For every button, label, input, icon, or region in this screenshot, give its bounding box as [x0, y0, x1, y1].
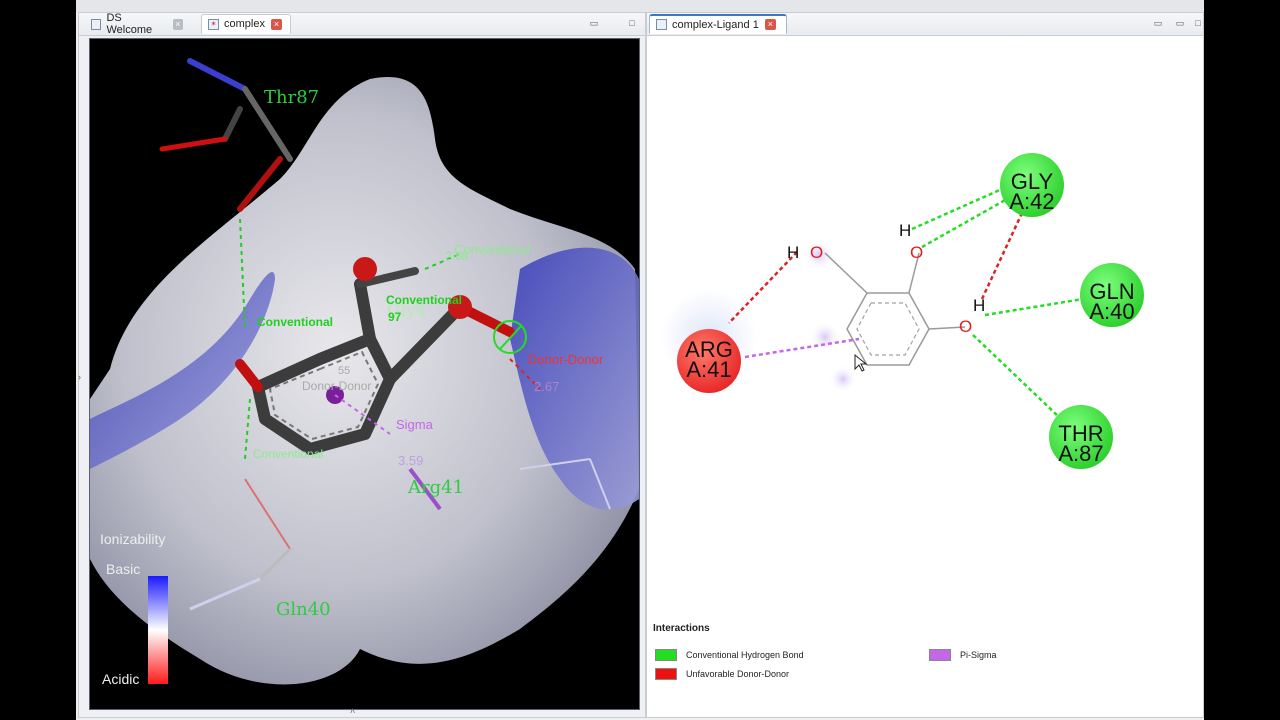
- legend-swatch: [929, 649, 951, 661]
- collapse-up-icon[interactable]: ˄: [350, 706, 355, 716]
- legend-item-pi-sigma: Pi-Sigma: [929, 649, 997, 661]
- welcome-icon: [91, 18, 102, 30]
- legend-label: Conventional Hydrogen Bond: [686, 650, 804, 660]
- residue-chain: A:40: [1089, 299, 1135, 324]
- tab-label: complex-Ligand 1: [672, 18, 759, 31]
- interaction-label: Conventional: [386, 293, 463, 307]
- residue-label-gln40: Gln40: [276, 599, 331, 620]
- right-tab-bar: complex-Ligand 1 × ▭ ▭ □: [647, 13, 1203, 36]
- close-icon[interactable]: ×: [270, 18, 282, 30]
- interaction-label: Donor-Donor: [528, 352, 604, 367]
- residue-chain: A:41: [686, 357, 732, 382]
- restore-icon[interactable]: ▭: [1175, 18, 1185, 28]
- top-strip: [76, 0, 1204, 12]
- tab-label: DS Welcome: [106, 12, 153, 36]
- distance-label: 2.68: [445, 249, 469, 263]
- legend-label: Pi-Sigma: [960, 650, 997, 660]
- ionizability-basic-label: Basic: [106, 561, 141, 577]
- complex-3d-pane: DS Welcome × ✶ complex × ▭ □ Thr87 Gly4 …: [78, 12, 646, 718]
- molecule-icon: ✶: [208, 18, 219, 30]
- legend-label: Unfavorable Donor-Donor: [686, 669, 790, 679]
- interaction-diagram: [661, 153, 1144, 469]
- residue-gln40: GLN A:40: [1082, 281, 1142, 324]
- atom-label-h: H: [899, 221, 912, 240]
- legend-title: Interactions: [653, 623, 710, 634]
- protein-surface-render: [90, 58, 639, 685]
- interaction-label: Sigma: [396, 417, 433, 432]
- residue-thr87: THR A:87: [1051, 423, 1111, 466]
- maximize-icon[interactable]: □: [627, 18, 637, 28]
- residue-gly42: GLY A:42: [1002, 171, 1062, 214]
- residue-label-arg41: Arg41: [408, 477, 465, 498]
- minimize-icon[interactable]: ▭: [589, 18, 599, 28]
- legend-item-hbond: Conventional Hydrogen Bond: [655, 649, 804, 661]
- legend-swatch: [655, 649, 677, 661]
- distance-label: 2.67: [534, 379, 560, 394]
- distance-label: 97: [388, 310, 402, 324]
- interaction-label: Conventional: [253, 447, 324, 461]
- residue-arg41: ARG A:41: [679, 339, 739, 382]
- diagram-icon: [656, 19, 667, 30]
- residue-label-thr87: Thr87: [264, 87, 320, 108]
- tab-complex-ligand[interactable]: complex-Ligand 1 ×: [649, 14, 787, 34]
- residue-chain: A:87: [1058, 441, 1104, 466]
- ionizability-title: Ionizability: [100, 531, 166, 547]
- interaction-label: 55: [338, 365, 351, 377]
- tab-ds-welcome[interactable]: DS Welcome ×: [85, 12, 189, 36]
- tab-complex[interactable]: ✶ complex ×: [201, 14, 291, 34]
- interactions-legend: Interactions Conventional Hydrogen Bond …: [647, 623, 1203, 715]
- application-window: DS Welcome × ✶ complex × ▭ □ Thr87 Gly4 …: [76, 0, 1204, 720]
- distance-label: 3.59: [398, 453, 424, 468]
- ligand-2d-pane: complex-Ligand 1 × ▭ ▭ □ GLY A:42 GLN A:…: [646, 12, 1204, 718]
- ionizability-acidic-label: Acidic: [102, 671, 140, 687]
- legend-item-donor-donor: Unfavorable Donor-Donor: [655, 668, 789, 680]
- interaction-label: Donor-Donor: [302, 379, 372, 393]
- 3d-viewer[interactable]: Thr87 Gly4 Arg41 Gln40 Conventional Conv…: [89, 38, 640, 710]
- left-tab-bar: DS Welcome × ✶ complex × ▭ □: [79, 12, 645, 36]
- atom-label-h: H: [787, 243, 800, 262]
- atom-label-o: O: [959, 317, 973, 336]
- residue-chain: A:42: [1009, 189, 1055, 214]
- atom-label-o: O: [810, 243, 824, 262]
- collapse-left-icon[interactable]: ›: [78, 372, 81, 382]
- atom-label-o: O: [910, 243, 924, 262]
- minimize-icon[interactable]: ▭: [1153, 18, 1163, 28]
- close-icon[interactable]: ×: [172, 18, 183, 30]
- atom-label-h: H: [973, 296, 986, 315]
- legend-swatch: [655, 668, 677, 680]
- interaction-label: Conventional: [257, 315, 334, 329]
- tab-label: complex: [224, 18, 265, 30]
- close-icon[interactable]: ×: [764, 19, 776, 30]
- maximize-icon[interactable]: □: [1193, 18, 1203, 28]
